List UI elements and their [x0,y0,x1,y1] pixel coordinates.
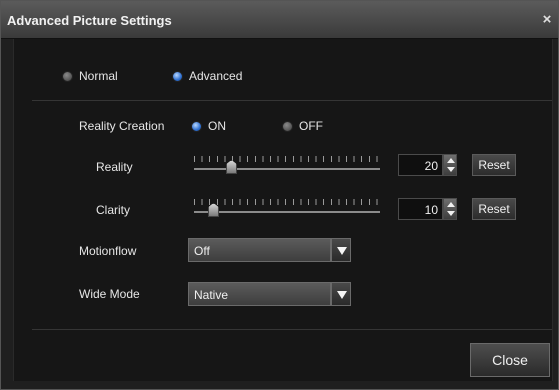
reality-slider[interactable] [194,156,380,174]
clarity-value[interactable]: 10 [398,198,443,220]
slider-ticks [194,156,380,162]
reality-value[interactable]: 20 [398,154,443,176]
divider-top [32,100,552,101]
caret-down-icon [337,291,347,299]
slider-track-line [194,168,380,170]
radio-off-icon [282,120,293,132]
mode-advanced-radio[interactable]: Advanced [172,69,242,83]
clarity-slider[interactable] [194,199,380,217]
reality-creation-label: Reality Creation [79,119,165,133]
settings-panel: Normal Advanced Reality Creation ON OFF … [13,39,553,381]
clarity-slider-thumb[interactable] [208,203,219,217]
wide-mode-label: Wide Mode [79,287,140,301]
close-icon[interactable]: × [540,11,554,28]
mode-normal-radio[interactable]: Normal [62,69,118,83]
divider-bottom [32,329,552,330]
motionflow-value[interactable]: Off [188,238,331,262]
radio-off-icon [62,70,73,82]
clarity-stepper[interactable] [443,198,457,220]
reality-creation-off-radio[interactable]: OFF [282,119,323,133]
advanced-picture-settings-dialog: Advanced Picture Settings × Normal Advan… [0,0,559,390]
radio-on-icon [191,120,202,132]
clarity-reset-button[interactable]: Reset [472,198,516,220]
chevron-up-icon[interactable] [447,158,455,163]
title-bar: Advanced Picture Settings × [1,1,558,39]
radio-on-icon [172,70,183,82]
slider-track-line [194,211,380,213]
reality-creation-on-label: ON [208,119,226,133]
motionflow-label: Motionflow [79,244,137,258]
dialog-title: Advanced Picture Settings [7,13,172,28]
reality-spinbox[interactable]: 20 [398,154,457,176]
reality-stepper[interactable] [443,154,457,176]
chevron-down-icon[interactable] [447,211,455,216]
clarity-label: Clarity [96,203,131,217]
caret-down-icon [337,247,347,255]
slider-ticks [194,199,380,205]
chevron-down-icon[interactable] [447,167,455,172]
reality-label: Reality [96,160,133,174]
wide-mode-select[interactable]: Native [188,282,351,306]
reality-creation-on-radio[interactable]: ON [191,119,226,133]
motionflow-select[interactable]: Off [188,238,351,262]
clarity-spinbox[interactable]: 10 [398,198,457,220]
reality-creation-off-label: OFF [299,119,323,133]
motionflow-dropdown-button[interactable] [331,238,351,262]
reality-reset-button[interactable]: Reset [472,154,516,176]
close-button[interactable]: Close [470,343,550,377]
chevron-up-icon[interactable] [447,202,455,207]
wide-mode-dropdown-button[interactable] [331,282,351,306]
mode-advanced-label: Advanced [189,69,243,83]
reality-slider-thumb[interactable] [226,160,237,174]
mode-normal-label: Normal [79,69,118,83]
wide-mode-value[interactable]: Native [188,282,331,306]
